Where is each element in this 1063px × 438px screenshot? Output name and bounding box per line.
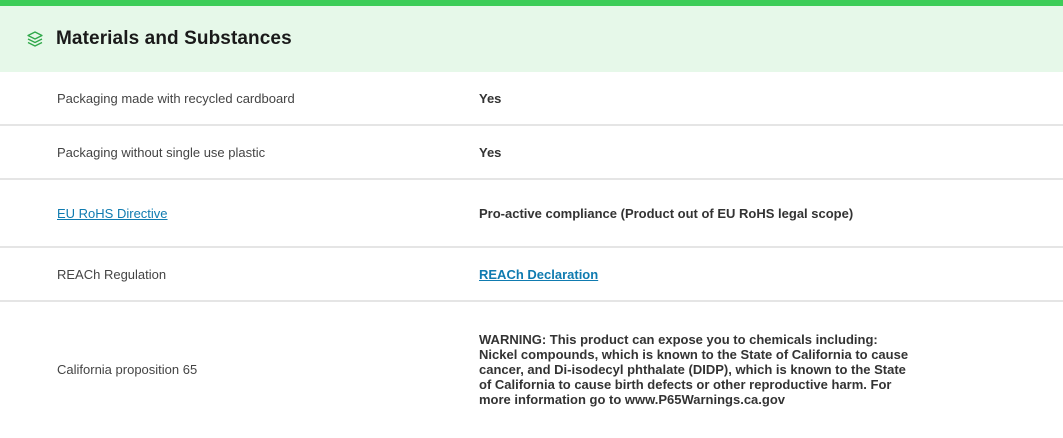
- row-value: WARNING: This product can expose you to …: [479, 331, 909, 407]
- eu-rohs-link[interactable]: EU RoHS Directive: [57, 206, 168, 221]
- reach-declaration-link[interactable]: REACh Declaration: [479, 267, 598, 282]
- table-row: EU RoHS Directive Pro-active compliance …: [0, 180, 1063, 248]
- section-header[interactable]: Materials and Substances: [0, 6, 1063, 72]
- table-row: Packaging made with recycled cardboard Y…: [0, 72, 1063, 126]
- row-value: Pro-active compliance (Product out of EU…: [479, 205, 854, 221]
- section-title: Materials and Substances: [56, 28, 292, 49]
- layers-icon: [26, 30, 44, 48]
- row-label: California proposition 65: [57, 361, 198, 377]
- table-row: Packaging without single use plastic Yes: [0, 126, 1063, 180]
- row-label: Packaging made with recycled cardboard: [57, 90, 295, 106]
- row-label: Packaging without single use plastic: [57, 144, 266, 160]
- table-row: California proposition 65 WARNING: This …: [0, 302, 1063, 436]
- properties-table: Packaging made with recycled cardboard Y…: [0, 72, 1063, 436]
- row-label: REACh Regulation: [57, 266, 167, 282]
- table-row: REACh Regulation REACh Declaration: [0, 248, 1063, 302]
- row-value: Yes: [479, 144, 502, 160]
- row-value: Yes: [479, 90, 502, 106]
